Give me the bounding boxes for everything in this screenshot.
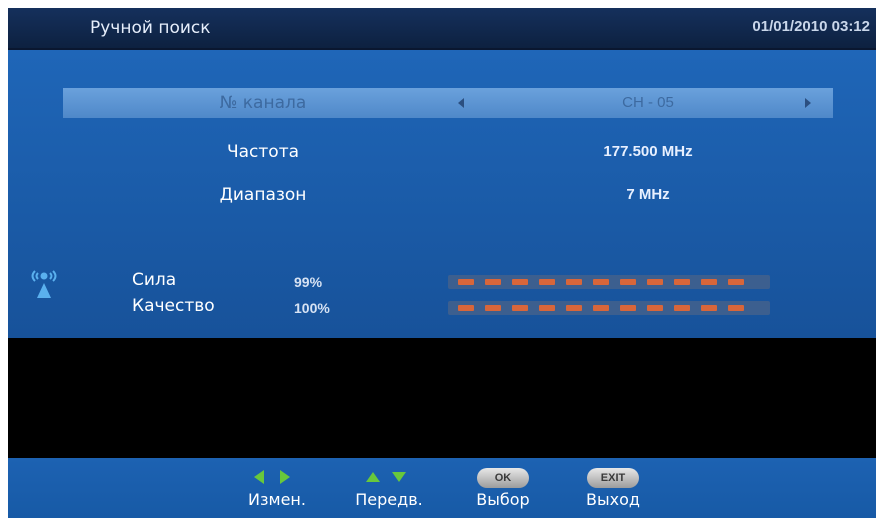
frequency-row[interactable]: Частота 177.500 MHz	[63, 137, 833, 167]
channel-number-value: CH - 05	[622, 94, 674, 111]
bandwidth-row[interactable]: Диапазон 7 MHz	[63, 180, 833, 210]
meter-segment	[728, 305, 744, 311]
arrow-up-icon	[366, 472, 380, 482]
meter-segment	[539, 305, 555, 311]
meter-segment	[701, 279, 717, 285]
hint-bar: Измен. Передв. OK Выбор EXIT Выход	[8, 458, 876, 518]
arrow-down-icon	[392, 472, 406, 482]
frequency-value: 177.500 MHz	[603, 143, 693, 160]
change-hint-label: Измен.	[248, 490, 306, 509]
bandwidth-value: 7 MHz	[626, 186, 670, 203]
meter-segment	[566, 305, 582, 311]
channel-number-row[interactable]: № канала CH - 05	[63, 88, 833, 118]
meter-segment	[728, 279, 744, 285]
quality-meter	[448, 301, 770, 315]
meter-segment	[512, 305, 528, 311]
move-hint: Передв.	[344, 462, 434, 518]
meter-segment	[647, 305, 663, 311]
meter-segment	[566, 279, 582, 285]
meter-segment	[458, 305, 474, 311]
settings-panel: № канала CH - 05 Частота 177.500 MHz Диа…	[8, 50, 876, 338]
arrow-left-icon[interactable]	[458, 98, 464, 108]
meter-segment	[593, 305, 609, 311]
arrow-right-icon[interactable]	[805, 98, 811, 108]
antenna-signal-icon	[31, 270, 57, 298]
clock: 01/01/2010 03:12	[752, 18, 870, 35]
meter-segment	[593, 279, 609, 285]
meter-segment	[458, 279, 474, 285]
meter-segment	[485, 279, 501, 285]
bandwidth-label: Диапазон	[219, 185, 307, 205]
meter-segment	[539, 279, 555, 285]
meter-segment	[674, 279, 690, 285]
select-hint: OK Выбор	[458, 462, 548, 518]
exit-hint: EXIT Выход	[568, 462, 658, 518]
strength-meter	[448, 275, 770, 289]
page-title: Ручной поиск	[90, 18, 211, 38]
meter-segment	[647, 279, 663, 285]
quality-label: Качество	[132, 296, 215, 316]
move-hint-label: Передв.	[355, 490, 423, 509]
strength-percent: 99%	[294, 274, 323, 290]
meter-segment	[620, 279, 636, 285]
exit-hint-label: Выход	[586, 490, 640, 509]
ok-button-icon[interactable]: OK	[477, 468, 529, 488]
meter-segment	[620, 305, 636, 311]
change-hint: Измен.	[232, 462, 322, 518]
arrow-left-icon	[254, 470, 264, 484]
screen: Ручной поиск 01/01/2010 03:12 № канала C…	[8, 8, 876, 518]
arrow-right-icon	[280, 470, 290, 484]
info-panel	[8, 338, 876, 458]
meter-segment	[512, 279, 528, 285]
meter-segment	[674, 305, 690, 311]
channel-number-label: № канала	[219, 93, 307, 113]
exit-button-icon[interactable]: EXIT	[587, 468, 639, 488]
meter-segment	[485, 305, 501, 311]
meter-segment	[701, 305, 717, 311]
quality-percent: 100%	[294, 300, 330, 316]
strength-label: Сила	[132, 270, 177, 290]
frequency-label: Частота	[226, 142, 300, 162]
header-bar: Ручной поиск 01/01/2010 03:12	[8, 8, 876, 50]
select-hint-label: Выбор	[476, 490, 530, 509]
